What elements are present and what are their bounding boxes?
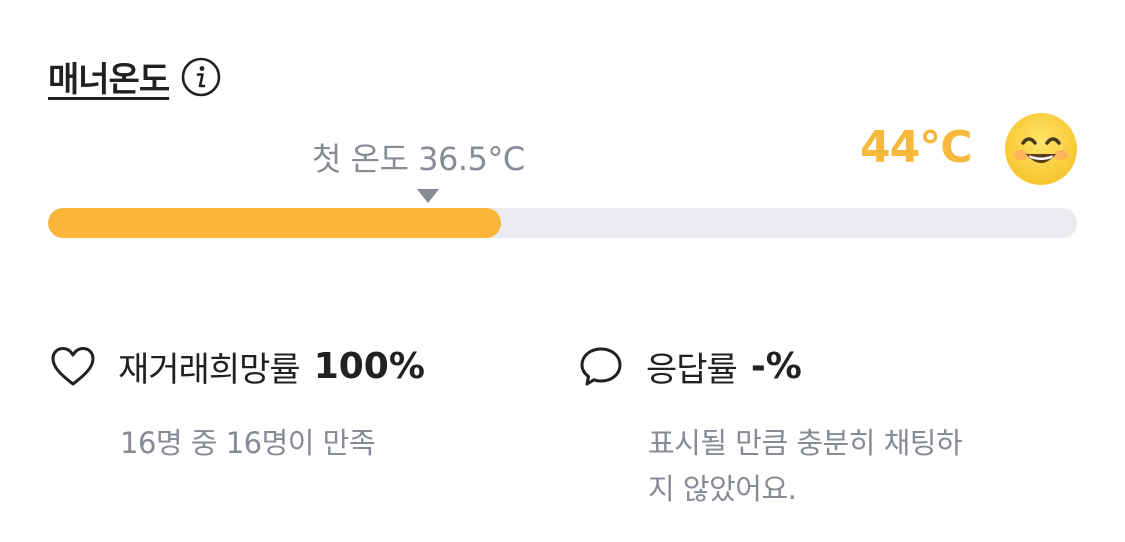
response-rate-description: 표시될 만큼 충분히 채팅하 지 않았어요.: [648, 420, 963, 512]
info-icon[interactable]: [181, 57, 221, 97]
temperature-bar: [48, 208, 1077, 238]
smiling-face-icon: [1004, 112, 1078, 186]
heart-icon: [50, 344, 96, 390]
rehire-rate-description: 16명 중 16명이 만족: [120, 426, 376, 460]
response-rate-value: -%: [750, 346, 802, 387]
chat-bubble-icon: [578, 344, 624, 390]
response-rate-label: 응답률: [646, 350, 738, 390]
rehire-rate-value: 100%: [313, 346, 425, 387]
rehire-rate-label: 재거래희망률: [118, 350, 301, 390]
response-rate-stat: 응답률 -%: [578, 342, 802, 391]
first-temperature-marker: [417, 189, 439, 203]
page-title[interactable]: 매너온도: [48, 52, 170, 101]
rehire-rate-stat: 재거래희망률 100%: [50, 342, 425, 391]
first-temperature-label: 첫 온도 36.5°C: [312, 140, 525, 178]
response-rate-description-line-2: 지 않았어요.: [648, 472, 797, 506]
temperature-bar-fill: [48, 208, 501, 238]
manner-temperature-header: 매너온도: [48, 52, 221, 101]
current-temperature: 44°C: [860, 122, 973, 173]
response-rate-description-line-1: 표시될 만큼 충분히 채팅하: [648, 426, 963, 460]
